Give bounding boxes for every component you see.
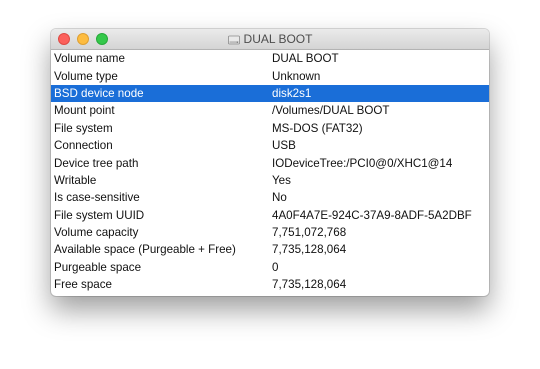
row-label: Connection: [54, 139, 113, 153]
row-value: DUAL BOOT: [272, 52, 339, 66]
table-row[interactable]: Volume name DUAL BOOT: [51, 50, 489, 67]
row-label: BSD device node: [54, 86, 144, 100]
table-row[interactable]: File system UUID 4A0F4A7E-924C-37A9-8ADF…: [51, 207, 489, 224]
window-title: DUAL BOOT: [243, 32, 313, 46]
row-label: Mount point: [54, 104, 115, 118]
row-value: /Volumes/DUAL BOOT: [272, 104, 390, 118]
row-label: Is case-sensitive: [54, 191, 140, 205]
table-row[interactable]: Writable Yes: [51, 172, 489, 189]
row-value: 7,751,072,768: [272, 226, 347, 240]
row-label: File system UUID: [54, 208, 145, 222]
row-value: No: [272, 191, 287, 205]
row-value: IODeviceTree:/PCI0@0/XHC1@14: [272, 156, 453, 170]
row-value: MS-DOS (FAT32): [272, 121, 363, 135]
row-label: Purgeable space: [54, 260, 142, 274]
table-row-selected[interactable]: BSD device node disk2s1: [51, 84, 489, 103]
title-bar[interactable]: DUAL BOOT: [51, 29, 489, 50]
row-label: Free space: [54, 278, 112, 292]
row-value: 4A0F4A7E-924C-37A9-8ADF-5A2DBF: [272, 208, 472, 222]
table-row[interactable]: File system MS-DOS (FAT32): [51, 120, 489, 137]
row-label: Volume name: [54, 52, 125, 66]
row-label: Volume type: [54, 69, 118, 83]
table-row[interactable]: Free space 7,735,128,064: [51, 276, 489, 293]
row-value: Unknown: [272, 69, 321, 83]
table-row[interactable]: Volume type Unknown: [51, 67, 489, 84]
row-label: Volume capacity: [54, 226, 139, 240]
table-row[interactable]: Available space (Purgeable + Free) 7,735…: [51, 241, 489, 258]
disk-icon: [227, 33, 240, 45]
row-label: Writable: [54, 173, 97, 187]
row-value: 7,735,128,064: [272, 278, 347, 292]
row-label: File system: [54, 121, 113, 135]
table-row[interactable]: Is case-sensitive No: [51, 189, 489, 206]
row-value: Yes: [272, 173, 291, 187]
row-value: 0: [272, 260, 279, 274]
table-row[interactable]: Connection USB: [51, 137, 489, 154]
info-window: DUAL BOOT Volume name DUAL BOOT Volume t…: [51, 29, 489, 296]
table-row[interactable]: Mount point /Volumes/DUAL BOOT: [51, 102, 489, 119]
row-value: USB: [272, 139, 296, 153]
row-label: Available space (Purgeable + Free): [54, 243, 236, 257]
row-value: 7,735,128,064: [272, 243, 347, 257]
info-table: Volume name DUAL BOOT Volume type Unknow…: [51, 50, 489, 293]
table-row[interactable]: Device tree path IODeviceTree:/PCI0@0/XH…: [51, 154, 489, 171]
table-row[interactable]: Purgeable space 0: [51, 259, 489, 276]
table-row[interactable]: Volume capacity 7,751,072,768: [51, 224, 489, 241]
window-title-group: DUAL BOOT: [51, 29, 489, 49]
row-value: disk2s1: [272, 86, 312, 100]
row-label: Device tree path: [54, 156, 139, 170]
